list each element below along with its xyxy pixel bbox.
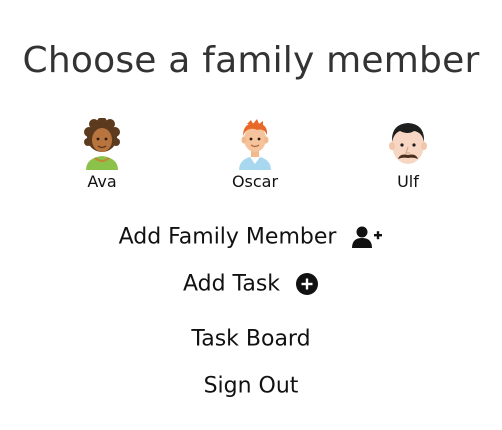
task-board-button[interactable]: Task Board [0,326,502,352]
member-name: Oscar [231,172,279,191]
task-board-label: Task Board [191,326,311,352]
add-task-button[interactable]: Add Task [0,271,502,297]
add-user-icon [352,226,383,248]
add-task-label: Add Task [182,271,281,297]
sign-out-label: Sign Out [203,373,299,399]
page-title: Choose a family member [22,40,480,81]
member-name: Ava [87,172,117,191]
sign-out-button[interactable]: Sign Out [0,373,502,399]
girl-curly-hair-avatar-icon [84,118,120,170]
add-family-member-label: Add Family Member [118,224,337,250]
member-ulf[interactable]: Ulf [363,118,453,191]
plus-circle-icon [296,273,319,295]
man-mustache-avatar-icon [389,123,427,164]
member-oscar[interactable]: Oscar [210,118,300,191]
add-family-member-button[interactable]: Add Family Member [0,224,502,250]
family-member-picker: Choose a family member Ava Oscar Ulf Add… [0,0,502,430]
boy-red-hair-avatar-icon [239,119,271,170]
member-name: Ulf [397,172,419,191]
member-ava[interactable]: Ava [57,118,147,191]
